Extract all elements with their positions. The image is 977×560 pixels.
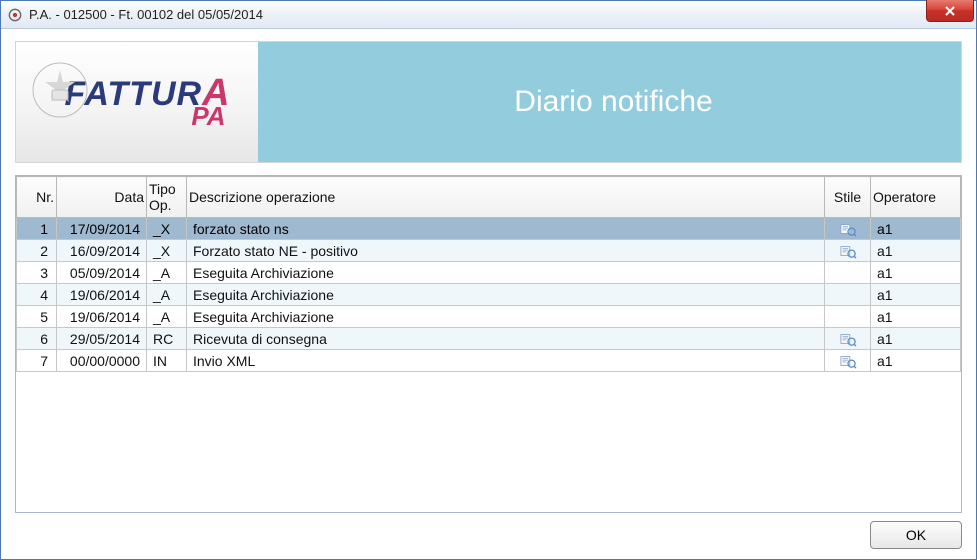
document-search-icon[interactable]: [839, 242, 857, 258]
cell-stile: [825, 262, 871, 284]
emblem-icon: [30, 60, 90, 120]
col-header-nr[interactable]: Nr.: [17, 177, 57, 218]
cell-tipo: _A: [147, 306, 187, 328]
cell-oper: a1: [871, 284, 961, 306]
cell-nr: 6: [17, 328, 57, 350]
table-row[interactable]: 216/09/2014_XForzato stato NE - positivo…: [17, 240, 961, 262]
cell-stile[interactable]: [825, 328, 871, 350]
cell-oper: a1: [871, 240, 961, 262]
table-row[interactable]: 700/00/0000INInvio XML a1: [17, 350, 961, 372]
cell-stile[interactable]: [825, 240, 871, 262]
cell-tipo: _X: [147, 218, 187, 240]
cell-tipo: IN: [147, 350, 187, 372]
cell-stile: [825, 284, 871, 306]
document-search-icon[interactable]: [839, 330, 857, 346]
cell-oper: a1: [871, 218, 961, 240]
document-search-icon[interactable]: [839, 220, 857, 236]
cell-data: 17/09/2014: [57, 218, 147, 240]
cell-nr: 5: [17, 306, 57, 328]
table-row[interactable]: 629/05/2014RCRicevuta di consegna a1: [17, 328, 961, 350]
cell-data: 19/06/2014: [57, 284, 147, 306]
cell-oper: a1: [871, 262, 961, 284]
dialog-footer: OK: [15, 513, 962, 549]
window-title: P.A. - 012500 - Ft. 00102 del 05/05/2014: [29, 7, 263, 22]
cell-data: 00/00/0000: [57, 350, 147, 372]
cell-stile: [825, 306, 871, 328]
cell-desc: Eseguita Archiviazione: [187, 306, 825, 328]
cell-desc: forzato stato ns: [187, 218, 825, 240]
page-title: Diario notifiche: [266, 42, 961, 162]
cell-oper: a1: [871, 328, 961, 350]
cell-desc: Eseguita Archiviazione: [187, 284, 825, 306]
cell-desc: Ricevuta di consegna: [187, 328, 825, 350]
cell-data: 16/09/2014: [57, 240, 147, 262]
cell-tipo: _A: [147, 262, 187, 284]
col-header-desc[interactable]: Descrizione operazione: [187, 177, 825, 218]
dialog-window: P.A. - 012500 - Ft. 00102 del 05/05/2014…: [0, 0, 977, 560]
col-header-tipo[interactable]: Tipo Op.: [147, 177, 187, 218]
cell-oper: a1: [871, 306, 961, 328]
cell-data: 05/09/2014: [57, 262, 147, 284]
table-row[interactable]: 519/06/2014_AEseguita Archiviazione a1: [17, 306, 961, 328]
notifications-table: Nr. Data Tipo Op. Descrizione operazione…: [16, 176, 961, 372]
table-row[interactable]: 117/09/2014_Xforzato stato ns a1: [17, 218, 961, 240]
table-container[interactable]: Nr. Data Tipo Op. Descrizione operazione…: [15, 175, 962, 513]
ok-button[interactable]: OK: [870, 521, 962, 549]
document-search-icon[interactable]: [839, 352, 857, 368]
col-header-stile[interactable]: Stile: [825, 177, 871, 218]
cell-desc: Forzato stato NE - positivo: [187, 240, 825, 262]
header-band: FATTURA PA Diario notifiche: [15, 41, 962, 163]
col-header-data[interactable]: Data: [57, 177, 147, 218]
cell-data: 19/06/2014: [57, 306, 147, 328]
cell-tipo: RC: [147, 328, 187, 350]
cell-oper: a1: [871, 350, 961, 372]
cell-tipo: _X: [147, 240, 187, 262]
titlebar[interactable]: P.A. - 012500 - Ft. 00102 del 05/05/2014: [1, 1, 976, 29]
cell-stile[interactable]: [825, 218, 871, 240]
cell-tipo: _A: [147, 284, 187, 306]
logo-panel: FATTURA PA: [16, 42, 266, 162]
cell-stile[interactable]: [825, 350, 871, 372]
table-header-row: Nr. Data Tipo Op. Descrizione operazione…: [17, 177, 961, 218]
app-icon: [7, 7, 23, 23]
cell-nr: 1: [17, 218, 57, 240]
cell-nr: 4: [17, 284, 57, 306]
client-area: FATTURA PA Diario notifiche Nr. Data Tip…: [1, 29, 976, 559]
cell-desc: Invio XML: [187, 350, 825, 372]
table-row[interactable]: 305/09/2014_AEseguita Archiviazione a1: [17, 262, 961, 284]
cell-nr: 2: [17, 240, 57, 262]
table-row[interactable]: 419/06/2014_AEseguita Archiviazione a1: [17, 284, 961, 306]
cell-nr: 3: [17, 262, 57, 284]
close-button[interactable]: [926, 0, 974, 22]
cell-data: 29/05/2014: [57, 328, 147, 350]
col-header-oper[interactable]: Operatore: [871, 177, 961, 218]
cell-nr: 7: [17, 350, 57, 372]
cell-desc: Eseguita Archiviazione: [187, 262, 825, 284]
